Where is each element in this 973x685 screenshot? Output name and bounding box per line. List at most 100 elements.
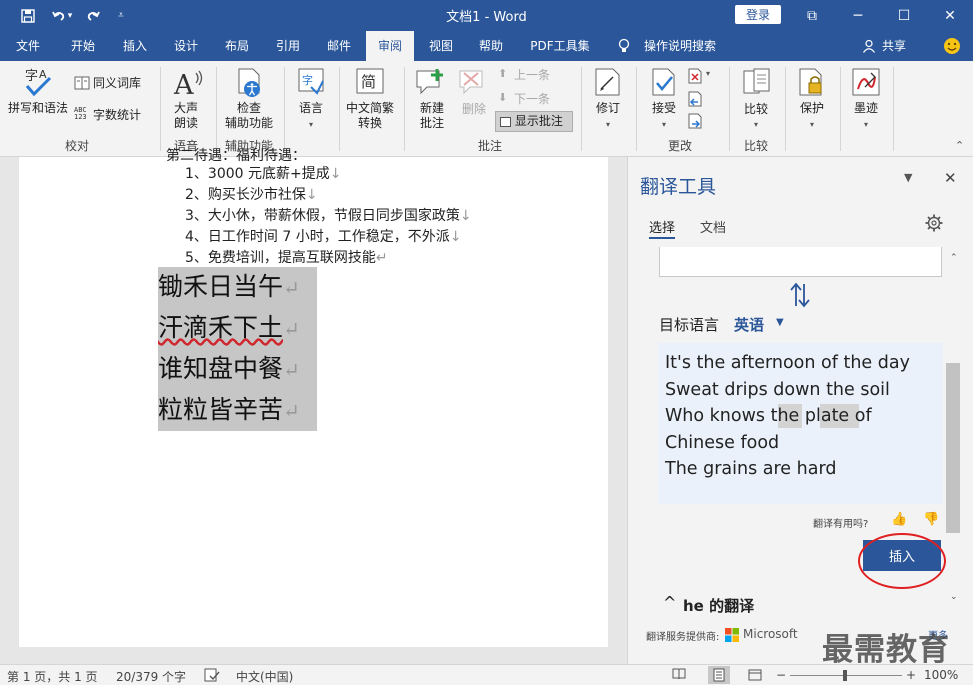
paragraph-mark: ↵	[283, 358, 300, 382]
previous-change-icon[interactable]	[688, 91, 702, 110]
chinese-conversion-button[interactable]: 中文简繁 转换	[340, 101, 400, 131]
smiley-feedback-icon[interactable]	[940, 31, 964, 61]
read-aloud-button[interactable]: 大声 朗读	[165, 101, 207, 131]
tell-me-search[interactable]: 操作说明搜索	[640, 31, 720, 61]
microsoft-logo-icon	[725, 628, 739, 645]
thumbs-down-icon[interactable]: 👎	[923, 512, 939, 527]
poem-line-selected[interactable]: 粒粒皆辛苦↵	[158, 390, 317, 431]
zoom-out-icon[interactable]: −	[776, 668, 786, 682]
ribbon-tabs: 文件 开始 插入 设计 布局 引用 邮件 审阅 视图 帮助 PDF工具集 操作说…	[0, 31, 973, 61]
zoom-in-icon[interactable]: +	[906, 668, 916, 682]
accept-dropdown-icon[interactable]: ▾	[643, 117, 685, 132]
swap-languages-icon[interactable]	[789, 282, 811, 311]
body-line-text: 2、购买长沙市社保	[185, 187, 306, 203]
maximize-icon[interactable]: ☐	[881, 0, 927, 31]
group-label-proofing: 校对	[64, 139, 89, 153]
pane-options-icon[interactable]: ▼	[904, 171, 912, 184]
minimize-icon[interactable]: ─	[835, 0, 881, 31]
tab-references[interactable]: 引用	[266, 31, 310, 61]
tab-selection[interactable]: 选择	[649, 217, 676, 239]
protect-dropdown-icon[interactable]: ▾	[791, 117, 833, 132]
source-text-box[interactable]	[659, 247, 942, 277]
collapse-ribbon-icon[interactable]: ⌃	[955, 139, 964, 152]
word-count-button[interactable]: 字数统计	[93, 108, 141, 123]
ribbon-display-options-icon[interactable]: ⧉	[789, 0, 835, 31]
tab-design[interactable]: 设计	[164, 31, 208, 61]
language-button[interactable]: 语言	[290, 101, 332, 116]
tab-file[interactable]: 文件	[6, 31, 50, 61]
tab-document[interactable]: 文档	[700, 217, 726, 236]
ink-dropdown-icon[interactable]: ▾	[845, 117, 887, 132]
next-comment-button[interactable]: 下一条	[514, 92, 550, 107]
word-translation-heading[interactable]: he 的翻译	[683, 595, 754, 616]
poem-line-selected[interactable]: 锄禾日当午↵	[158, 267, 317, 308]
compare-button[interactable]: 比较	[735, 102, 777, 117]
page-count[interactable]: 第 1 页，共 1 页	[7, 668, 98, 685]
reject-dropdown-icon[interactable]: ▾	[706, 69, 710, 78]
pane-close-icon[interactable]: ✕	[944, 169, 957, 187]
accept-change-button[interactable]: 接受	[643, 101, 685, 116]
tab-insert[interactable]: 插入	[113, 31, 157, 61]
scroll-up-icon[interactable]: ⌃	[950, 253, 958, 263]
zoom-slider-thumb[interactable]	[843, 670, 847, 681]
translator-pane: 翻译工具 ▼ ✕ 选择 文档 目标语言 英语 ▼ It's the aftern…	[627, 157, 973, 664]
previous-comment-button[interactable]: 上一条	[514, 68, 550, 83]
group-separator	[160, 67, 161, 151]
print-layout-icon[interactable]	[708, 666, 730, 684]
pane-scrollbar[interactable]: ⌃ ⌄	[946, 253, 960, 613]
language-status[interactable]: 中文(中国)	[236, 668, 293, 685]
delete-comment-button[interactable]: 删除	[455, 102, 493, 117]
lightbulb-icon[interactable]	[613, 31, 635, 61]
scrollbar-thumb[interactable]	[946, 363, 960, 533]
web-layout-icon[interactable]	[748, 668, 762, 685]
login-button[interactable]: 登录	[735, 5, 781, 24]
word-count-status[interactable]: 20/379 个字	[116, 668, 186, 685]
zoom-level[interactable]: 100%	[924, 668, 958, 682]
thesaurus-button[interactable]: 同义词库	[93, 76, 141, 91]
tab-review[interactable]: 审阅	[366, 31, 414, 61]
group-separator	[581, 67, 582, 151]
close-icon[interactable]: ✕	[927, 0, 973, 31]
share-person-icon[interactable]	[858, 31, 880, 61]
body-line-text: 5、免费培训，提高互联网技能	[185, 250, 376, 266]
new-comment-button[interactable]: 新建 批注	[411, 101, 453, 131]
protect-button[interactable]: 保护	[791, 101, 833, 116]
scroll-down-icon[interactable]: ⌄	[950, 592, 958, 602]
spelling-grammar-button[interactable]: 拼写和语法	[6, 101, 70, 116]
group-separator	[404, 67, 405, 151]
group-label-compare: 比较	[743, 139, 768, 153]
ink-button[interactable]: 墨迹	[845, 101, 887, 116]
tab-pdf-tools[interactable]: PDF工具集	[524, 31, 596, 61]
body-line: 2、购买长沙市社保↓	[185, 184, 318, 204]
settings-gear-icon[interactable]	[925, 214, 943, 235]
language-dropdown-icon[interactable]: ▾	[290, 117, 332, 132]
tab-help[interactable]: 帮助	[469, 31, 513, 61]
svg-text:A: A	[39, 68, 47, 81]
read-mode-icon[interactable]	[672, 668, 686, 683]
tab-home[interactable]: 开始	[61, 31, 105, 61]
show-comments-button[interactable]: 显示批注	[495, 111, 573, 132]
title-bar: ▾ ⩡ 文档1 - Word 登录 ⧉ ─ ☐ ✕	[0, 0, 973, 31]
chevron-down-icon[interactable]: ▼	[776, 317, 784, 328]
tab-mailings[interactable]: 邮件	[317, 31, 361, 61]
body-line: 1、3000 元底薪+提成↓	[185, 163, 341, 183]
compare-dropdown-icon[interactable]: ▾	[735, 117, 777, 132]
document-page[interactable]: 第二待遇：福利待遇： 1、3000 元底薪+提成↓ 2、购买长沙市社保↓ 3、大…	[19, 148, 608, 647]
proofing-status-icon[interactable]	[204, 668, 220, 685]
tab-layout[interactable]: 布局	[215, 31, 259, 61]
next-change-icon[interactable]	[688, 113, 702, 132]
target-language-dropdown[interactable]: 英语	[734, 314, 764, 335]
thumbs-up-icon[interactable]: 👍	[891, 512, 907, 527]
check-accessibility-button[interactable]: 检查 辅助功能	[222, 101, 276, 131]
target-language-label: 目标语言	[659, 316, 720, 334]
poem-line-selected[interactable]: 汗滴禾下土↵	[158, 308, 317, 349]
poem-line-selected[interactable]: 谁知盘中餐↵	[158, 349, 317, 390]
share-button[interactable]: 共享	[879, 31, 909, 61]
paragraph-mark: ↓	[305, 187, 318, 203]
expand-word-section-icon[interactable]: ^	[663, 593, 676, 612]
reject-change-icon[interactable]	[688, 68, 702, 87]
track-changes-button[interactable]: 修订	[587, 101, 629, 116]
show-comments-label: 显示批注	[514, 114, 563, 128]
tab-view[interactable]: 视图	[419, 31, 463, 61]
track-changes-dropdown-icon[interactable]: ▾	[587, 117, 629, 132]
